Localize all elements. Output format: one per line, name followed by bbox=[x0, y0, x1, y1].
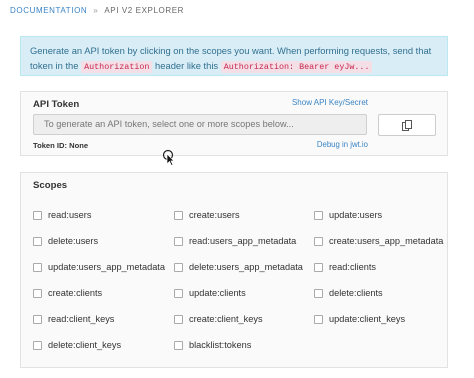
api-token-panel: API Token Show API Key/Secret To generat… bbox=[20, 91, 448, 156]
copy-icon bbox=[402, 119, 412, 131]
checkbox[interactable] bbox=[33, 288, 42, 298]
scopes-panel: Scopes read:users create:users update:us… bbox=[20, 172, 448, 368]
checkbox[interactable] bbox=[174, 340, 183, 350]
checkbox[interactable] bbox=[314, 314, 323, 324]
checkbox[interactable] bbox=[33, 314, 42, 324]
scope-create-client-keys[interactable]: create:client_keys bbox=[174, 306, 314, 332]
scope-delete-clients[interactable]: delete:clients bbox=[314, 280, 434, 306]
checkbox[interactable] bbox=[33, 262, 42, 272]
scope-read-users[interactable]: read:users bbox=[33, 202, 174, 228]
token-id-label: Token ID: None bbox=[33, 141, 89, 150]
breadcrumb-separator: » bbox=[93, 6, 99, 15]
checkbox[interactable] bbox=[314, 236, 323, 246]
checkbox[interactable] bbox=[314, 210, 323, 220]
checkbox[interactable] bbox=[174, 210, 183, 220]
api-token-input[interactable]: To generate an API token, select one or … bbox=[33, 114, 367, 135]
scope-read-client-keys[interactable]: read:client_keys bbox=[33, 306, 174, 332]
breadcrumb-documentation-link[interactable]: Documentation bbox=[10, 6, 87, 15]
scope-list: read:users create:users update:users del… bbox=[33, 202, 443, 358]
scope-update-client-keys[interactable]: update:client_keys bbox=[314, 306, 434, 332]
checkbox[interactable] bbox=[174, 262, 183, 272]
checkbox[interactable] bbox=[314, 262, 323, 272]
scope-create-clients[interactable]: create:clients bbox=[33, 280, 174, 306]
checkbox[interactable] bbox=[314, 288, 323, 298]
info-code-authorization: Authorization bbox=[81, 61, 153, 73]
show-api-key-link[interactable]: Show API Key/Secret bbox=[292, 98, 368, 107]
scope-update-users-app-metadata[interactable]: update:users_app_metadata bbox=[33, 254, 174, 280]
scope-create-users[interactable]: create:users bbox=[174, 202, 314, 228]
scope-update-clients[interactable]: update:clients bbox=[174, 280, 314, 306]
checkbox[interactable] bbox=[33, 340, 42, 350]
mouse-cursor-icon bbox=[162, 149, 175, 166]
api-token-title: API Token bbox=[33, 99, 80, 110]
scope-delete-users-app-metadata[interactable]: delete:users_app_metadata bbox=[174, 254, 314, 280]
breadcrumb-current: API V2 Explorer bbox=[104, 6, 185, 15]
scope-delete-users[interactable]: delete:users bbox=[33, 228, 174, 254]
debug-jwt-link[interactable]: Debug in jwt.io bbox=[317, 140, 368, 149]
checkbox[interactable] bbox=[174, 314, 183, 324]
checkbox[interactable] bbox=[174, 236, 183, 246]
scope-read-clients[interactable]: read:clients bbox=[314, 254, 434, 280]
scope-create-users-app-metadata[interactable]: create:users_app_metadata bbox=[314, 228, 443, 254]
checkbox[interactable] bbox=[174, 288, 183, 298]
copy-token-button[interactable] bbox=[378, 114, 436, 136]
scopes-title: Scopes bbox=[33, 180, 68, 191]
breadcrumb: Documentation » API V2 Explorer bbox=[10, 6, 184, 15]
scope-blacklist-tokens[interactable]: blacklist:tokens bbox=[174, 332, 314, 358]
scope-update-users[interactable]: update:users bbox=[314, 202, 434, 228]
scope-delete-client-keys[interactable]: delete:client_keys bbox=[33, 332, 174, 358]
checkbox[interactable] bbox=[33, 236, 42, 246]
info-code-example: Authorization: Bearer eyJw... bbox=[220, 61, 373, 73]
info-text-2: header like this bbox=[155, 60, 219, 71]
scope-read-users-app-metadata[interactable]: read:users_app_metadata bbox=[174, 228, 314, 254]
checkbox[interactable] bbox=[33, 210, 42, 220]
info-alert: Generate an API token by clicking on the… bbox=[20, 36, 448, 76]
